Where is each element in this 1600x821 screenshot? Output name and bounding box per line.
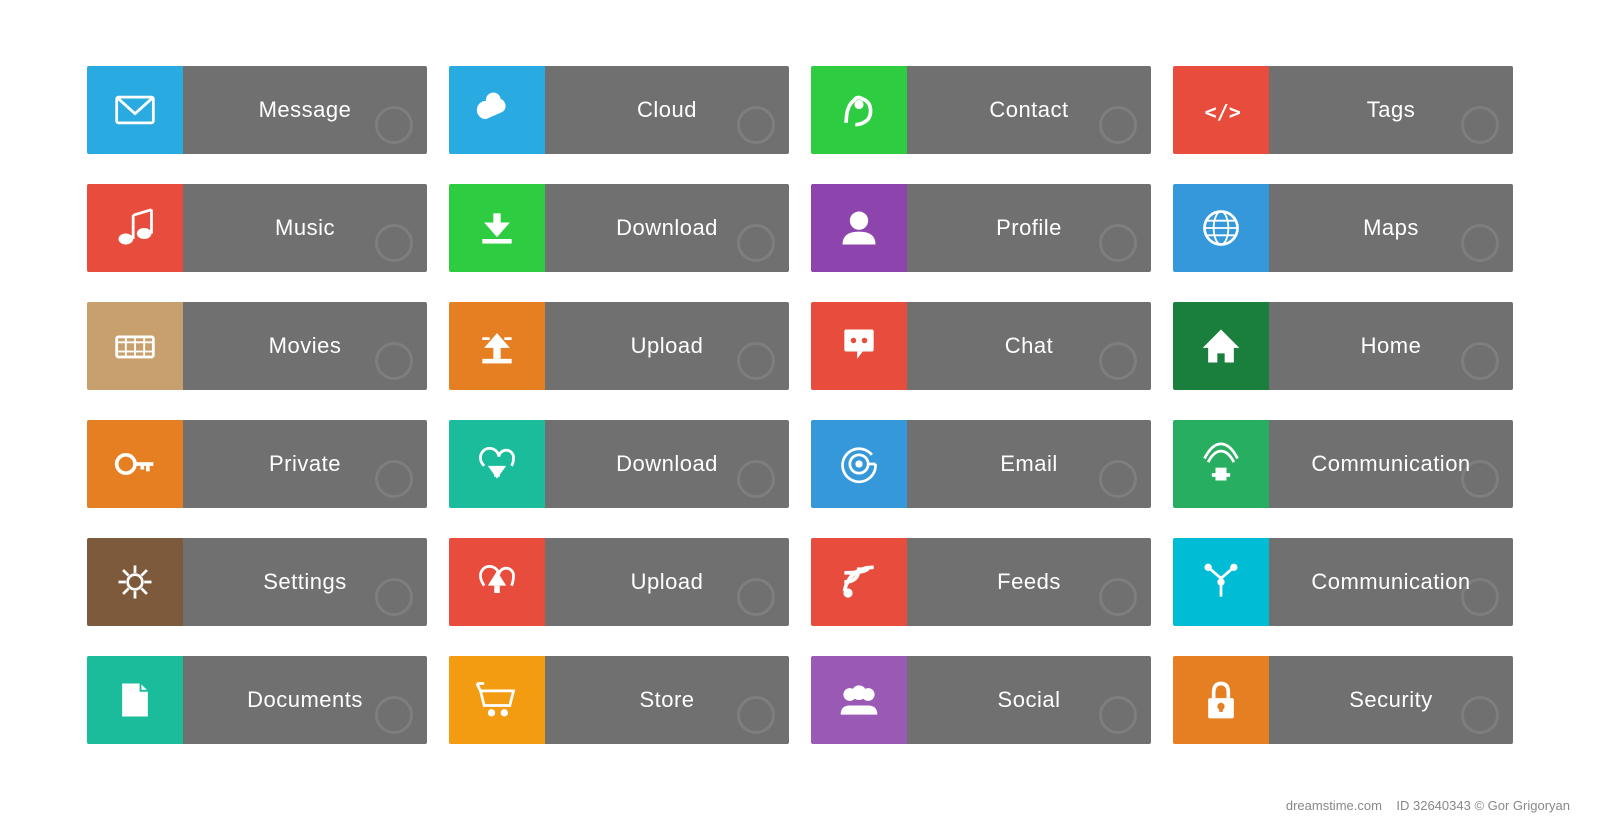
music-icon (87, 184, 183, 272)
contact-label: Contact (907, 66, 1151, 154)
chat-label: Chat (907, 302, 1151, 390)
key-icon (87, 420, 183, 508)
documents-label: Documents (183, 656, 427, 744)
upload2-tile[interactable]: Upload (449, 538, 789, 626)
communication1-label: Communication (1269, 420, 1513, 508)
upload1-tile[interactable]: Upload (449, 302, 789, 390)
chat-tile[interactable]: Chat (811, 302, 1151, 390)
maps-tile[interactable]: Maps (1173, 184, 1513, 272)
dreamstime-site: dreamstime.com (1286, 798, 1382, 813)
maps-icon (1173, 184, 1269, 272)
cloud-label: Cloud (545, 66, 789, 154)
social-label: Social (907, 656, 1151, 744)
home-icon (1173, 302, 1269, 390)
contact-tile[interactable]: Contact (811, 66, 1151, 154)
envelope-icon (87, 66, 183, 154)
feeds-icon (811, 538, 907, 626)
profile-tile[interactable]: Profile (811, 184, 1151, 272)
satellite-icon (1173, 538, 1269, 626)
store-label: Store (545, 656, 789, 744)
social-icon (811, 656, 907, 744)
communication1-tile[interactable]: Communication (1173, 420, 1513, 508)
download-icon (449, 184, 545, 272)
upload1-label: Upload (545, 302, 789, 390)
tiles-grid: Message Cloud Contact </> Tags Music Download P… (57, 36, 1543, 786)
social-tile[interactable]: Social (811, 656, 1151, 744)
tags-icon: </> (1173, 66, 1269, 154)
movies-label: Movies (183, 302, 427, 390)
cloud-upload-icon (449, 538, 545, 626)
image-id: ID 32640343 © Gor Grigoryan (1396, 798, 1570, 813)
message-label: Message (183, 66, 427, 154)
security-label: Security (1269, 656, 1513, 744)
email-tile[interactable]: Email (811, 420, 1151, 508)
dreamstime-info: dreamstime.com ID 32640343 © Gor Grigory… (1286, 798, 1570, 813)
document-icon (87, 656, 183, 744)
download2-tile[interactable]: Download (449, 420, 789, 508)
feeds-label: Feeds (907, 538, 1151, 626)
cloud-download-icon (449, 420, 545, 508)
communication2-tile[interactable]: Communication (1173, 538, 1513, 626)
movies-icon (87, 302, 183, 390)
download2-label: Download (545, 420, 789, 508)
documents-tile[interactable]: Documents (87, 656, 427, 744)
settings-label: Settings (183, 538, 427, 626)
phone-icon (811, 66, 907, 154)
profile-icon (811, 184, 907, 272)
upload-icon (449, 302, 545, 390)
email-icon (811, 420, 907, 508)
feeds-tile[interactable]: Feeds (811, 538, 1151, 626)
download1-tile[interactable]: Download (449, 184, 789, 272)
svg-text:</>: </> (1205, 100, 1241, 124)
settings-tile[interactable]: Settings (87, 538, 427, 626)
private-label: Private (183, 420, 427, 508)
communication-icon (1173, 420, 1269, 508)
upload2-label: Upload (545, 538, 789, 626)
maps-label: Maps (1269, 184, 1513, 272)
movies-tile[interactable]: Movies (87, 302, 427, 390)
store-icon (449, 656, 545, 744)
message-tile[interactable]: Message (87, 66, 427, 154)
music-tile[interactable]: Music (87, 184, 427, 272)
music-label: Music (183, 184, 427, 272)
email-label: Email (907, 420, 1151, 508)
home-tile[interactable]: Home (1173, 302, 1513, 390)
profile-label: Profile (907, 184, 1151, 272)
home-label: Home (1269, 302, 1513, 390)
communication2-label: Communication (1269, 538, 1513, 626)
download1-label: Download (545, 184, 789, 272)
store-tile[interactable]: Store (449, 656, 789, 744)
tags-label: Tags (1269, 66, 1513, 154)
security-tile[interactable]: Security (1173, 656, 1513, 744)
security-icon (1173, 656, 1269, 744)
cloud-tile[interactable]: Cloud (449, 66, 789, 154)
settings-icon (87, 538, 183, 626)
private-tile[interactable]: Private (87, 420, 427, 508)
chat-icon (811, 302, 907, 390)
cloud-icon (449, 66, 545, 154)
tags-tile[interactable]: </> Tags (1173, 66, 1513, 154)
